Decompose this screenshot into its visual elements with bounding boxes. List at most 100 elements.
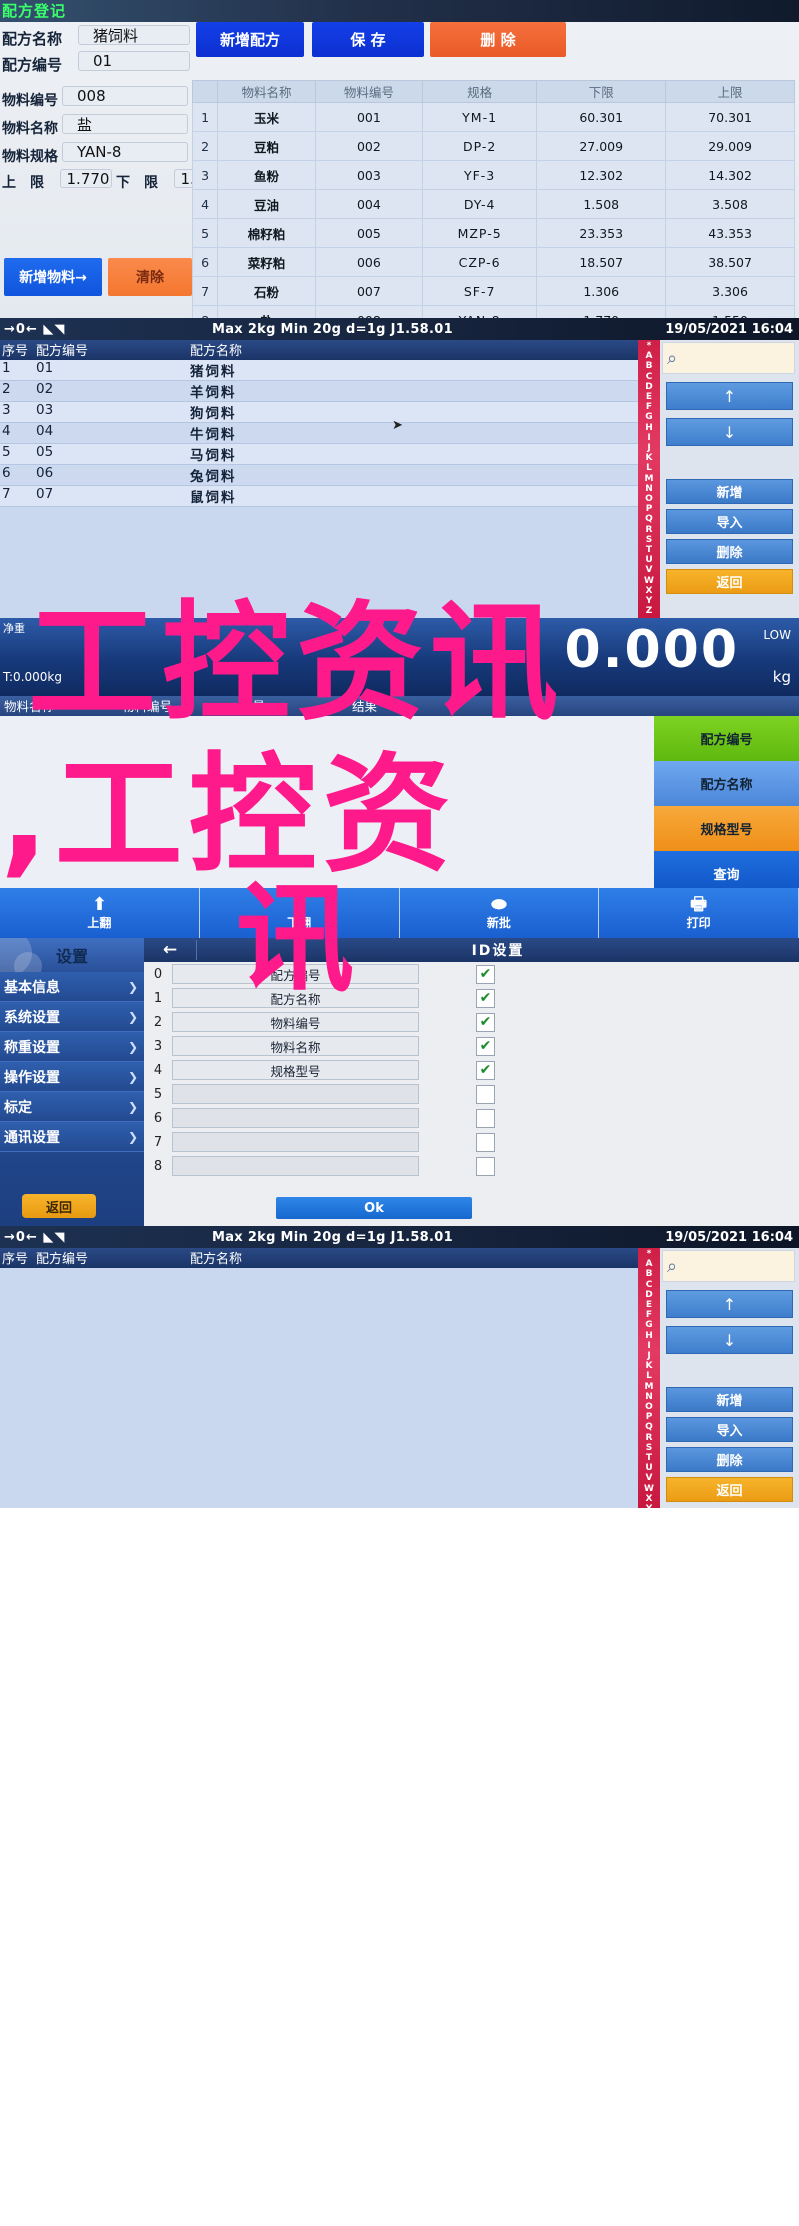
table-row[interactable]: 1 玉米 001 YM-1 60.301 70.301 bbox=[191, 102, 795, 132]
list-item[interactable]: 3 03 狗饲料 bbox=[0, 402, 638, 423]
alpha-letter[interactable]: V bbox=[646, 1473, 653, 1483]
alphabet-index-strip-2[interactable]: *ABCDEFGHIJKLMNOPQRSTUVWXYZ bbox=[638, 1248, 660, 1508]
sidebar-item-1[interactable]: 系统设置 ❯ bbox=[0, 1002, 144, 1032]
alpha-letter[interactable]: D bbox=[645, 1290, 652, 1300]
table-row[interactable]: 7 石粉 007 SF-7 1.306 3.306 bbox=[191, 276, 795, 306]
alpha-letter[interactable]: H bbox=[645, 423, 653, 433]
material-no-input[interactable]: 008 bbox=[62, 86, 188, 106]
alpha-letter[interactable]: D bbox=[645, 382, 652, 392]
row-checkbox[interactable] bbox=[476, 1108, 495, 1128]
side-button-recipe-name[interactable]: 配方名称 bbox=[654, 761, 799, 806]
row-checkbox[interactable] bbox=[476, 1084, 495, 1104]
row-value-field[interactable]: 规格型号 bbox=[172, 1060, 419, 1080]
add-button[interactable]: 新增 bbox=[666, 479, 793, 504]
id-setting-row[interactable]: 7 bbox=[144, 1130, 799, 1154]
row-value-field[interactable] bbox=[172, 1156, 419, 1176]
search-input[interactable] bbox=[677, 349, 799, 367]
alpha-letter[interactable]: Q bbox=[645, 1422, 653, 1432]
side-button-recipe-no[interactable]: 配方编号 bbox=[654, 716, 799, 761]
alpha-letter[interactable]: Q bbox=[645, 514, 653, 524]
list-item[interactable]: 2 02 羊饲料 bbox=[0, 381, 638, 402]
toolbar-button[interactable]: ⬆ 上翻 bbox=[0, 888, 200, 938]
add-recipe-button[interactable]: 新增配方 bbox=[196, 22, 304, 57]
alpha-letter[interactable]: O bbox=[645, 494, 653, 504]
alpha-letter[interactable]: R bbox=[646, 525, 653, 535]
alpha-letter[interactable]: G bbox=[645, 1320, 652, 1330]
id-setting-row[interactable]: 0 配方编号 ✔ bbox=[144, 962, 799, 986]
alpha-letter[interactable]: S bbox=[646, 1443, 652, 1453]
alpha-letter[interactable]: F bbox=[646, 1310, 652, 1320]
scroll-down-button[interactable]: ↓ bbox=[666, 418, 793, 446]
alpha-letter[interactable]: L bbox=[646, 463, 652, 473]
id-setting-row[interactable]: 4 规格型号 ✔ bbox=[144, 1058, 799, 1082]
back-arrow-icon[interactable]: ← bbox=[144, 940, 197, 960]
list-item[interactable]: 4 04 牛饲料 bbox=[0, 423, 638, 444]
table-row[interactable]: 4 豆油 004 DY-4 1.508 3.508 bbox=[191, 189, 795, 219]
alpha-letter[interactable]: T bbox=[646, 545, 652, 555]
scroll-up-button[interactable]: ↑ bbox=[666, 382, 793, 410]
sidebar-item-4[interactable]: 标定 ❯ bbox=[0, 1092, 144, 1122]
alpha-letter[interactable]: G bbox=[645, 412, 652, 422]
delete-list-button-2[interactable]: 删除 bbox=[666, 1447, 793, 1472]
alpha-letter[interactable]: Z bbox=[646, 606, 653, 616]
alpha-letter[interactable]: L bbox=[646, 1371, 652, 1381]
back-button-2[interactable]: 返回 bbox=[666, 1477, 793, 1502]
row-value-field[interactable]: 配方名称 bbox=[172, 988, 419, 1008]
alpha-letter[interactable]: M bbox=[645, 1382, 654, 1392]
alpha-letter[interactable]: U bbox=[645, 555, 652, 565]
alpha-letter[interactable]: P bbox=[646, 1412, 653, 1422]
alpha-letter[interactable]: U bbox=[645, 1463, 652, 1473]
list-item[interactable]: 6 06 兔饲料 bbox=[0, 465, 638, 486]
save-button[interactable]: 保 存 bbox=[312, 22, 424, 57]
row-checkbox[interactable]: ✔ bbox=[476, 1036, 495, 1056]
side-button-spec-model[interactable]: 规格型号 bbox=[654, 806, 799, 851]
search-bar-2[interactable]: ⌕ ✕ bbox=[662, 1250, 799, 1282]
alpha-letter[interactable]: F bbox=[646, 402, 652, 412]
row-value-field[interactable]: 配方编号 bbox=[172, 964, 419, 984]
list-item[interactable]: 5 05 马饲料 bbox=[0, 444, 638, 465]
alpha-letter[interactable]: K bbox=[646, 1361, 653, 1371]
scroll-down-button-2[interactable]: ↓ bbox=[666, 1326, 793, 1354]
alpha-letter[interactable]: Y bbox=[646, 1504, 653, 1508]
table-row[interactable]: 6 菜籽粕 006 CZP-6 18.507 38.507 bbox=[191, 247, 795, 277]
alpha-letter[interactable]: W bbox=[644, 1484, 654, 1494]
alpha-letter[interactable]: N bbox=[645, 1392, 653, 1402]
ok-button[interactable]: Ok bbox=[276, 1197, 472, 1219]
alpha-letter[interactable]: C bbox=[646, 372, 653, 382]
id-setting-row[interactable]: 5 bbox=[144, 1082, 799, 1106]
alpha-letter[interactable]: R bbox=[646, 1433, 653, 1443]
row-checkbox[interactable]: ✔ bbox=[476, 1012, 495, 1032]
material-name-input[interactable]: 盐 bbox=[62, 114, 188, 134]
row-checkbox[interactable] bbox=[476, 1156, 495, 1176]
alpha-letter[interactable]: S bbox=[646, 535, 652, 545]
delete-button[interactable]: 删 除 bbox=[430, 22, 566, 57]
alpha-letter[interactable]: O bbox=[645, 1402, 653, 1412]
add-button-2[interactable]: 新增 bbox=[666, 1387, 793, 1412]
alpha-letter[interactable]: J bbox=[647, 1351, 650, 1361]
alpha-letter[interactable]: I bbox=[647, 1341, 650, 1351]
sidebar-item-2[interactable]: 称重设置 ❯ bbox=[0, 1032, 144, 1062]
alpha-letter[interactable]: J bbox=[647, 443, 650, 453]
alpha-letter[interactable]: A bbox=[646, 351, 653, 361]
row-checkbox[interactable]: ✔ bbox=[476, 964, 495, 984]
clear-button[interactable]: 清除 bbox=[108, 258, 192, 296]
alphabet-index-strip[interactable]: * A B C D E F G H I J K L M N O P Q R S T U V W X Y Z bbox=[638, 340, 660, 618]
list-item[interactable]: 1 01 猪饲料 bbox=[0, 360, 638, 381]
add-material-button[interactable]: 新增物料→ bbox=[4, 258, 102, 296]
alpha-letter[interactable]: N bbox=[645, 484, 653, 494]
row-value-field[interactable]: 物料名称 bbox=[172, 1036, 419, 1056]
table-row[interactable]: 5 棉籽粕 005 MZP-5 23.353 43.353 bbox=[191, 218, 795, 248]
row-checkbox[interactable]: ✔ bbox=[476, 1060, 495, 1080]
row-value-field[interactable] bbox=[172, 1084, 419, 1104]
alpha-letter[interactable]: V bbox=[646, 565, 653, 575]
material-spec-input[interactable]: YAN-8 bbox=[62, 142, 188, 162]
alpha-letter[interactable]: M bbox=[645, 474, 654, 484]
alpha-letter[interactable]: E bbox=[646, 392, 652, 402]
id-setting-row[interactable]: 6 bbox=[144, 1106, 799, 1130]
search-input-2[interactable] bbox=[677, 1257, 799, 1275]
id-setting-row[interactable]: 1 配方名称 ✔ bbox=[144, 986, 799, 1010]
settings-back-button[interactable]: 返回 bbox=[22, 1194, 96, 1218]
import-button[interactable]: 导入 bbox=[666, 509, 793, 534]
row-value-field[interactable]: 物料编号 bbox=[172, 1012, 419, 1032]
alpha-letter[interactable]: X bbox=[646, 586, 653, 596]
